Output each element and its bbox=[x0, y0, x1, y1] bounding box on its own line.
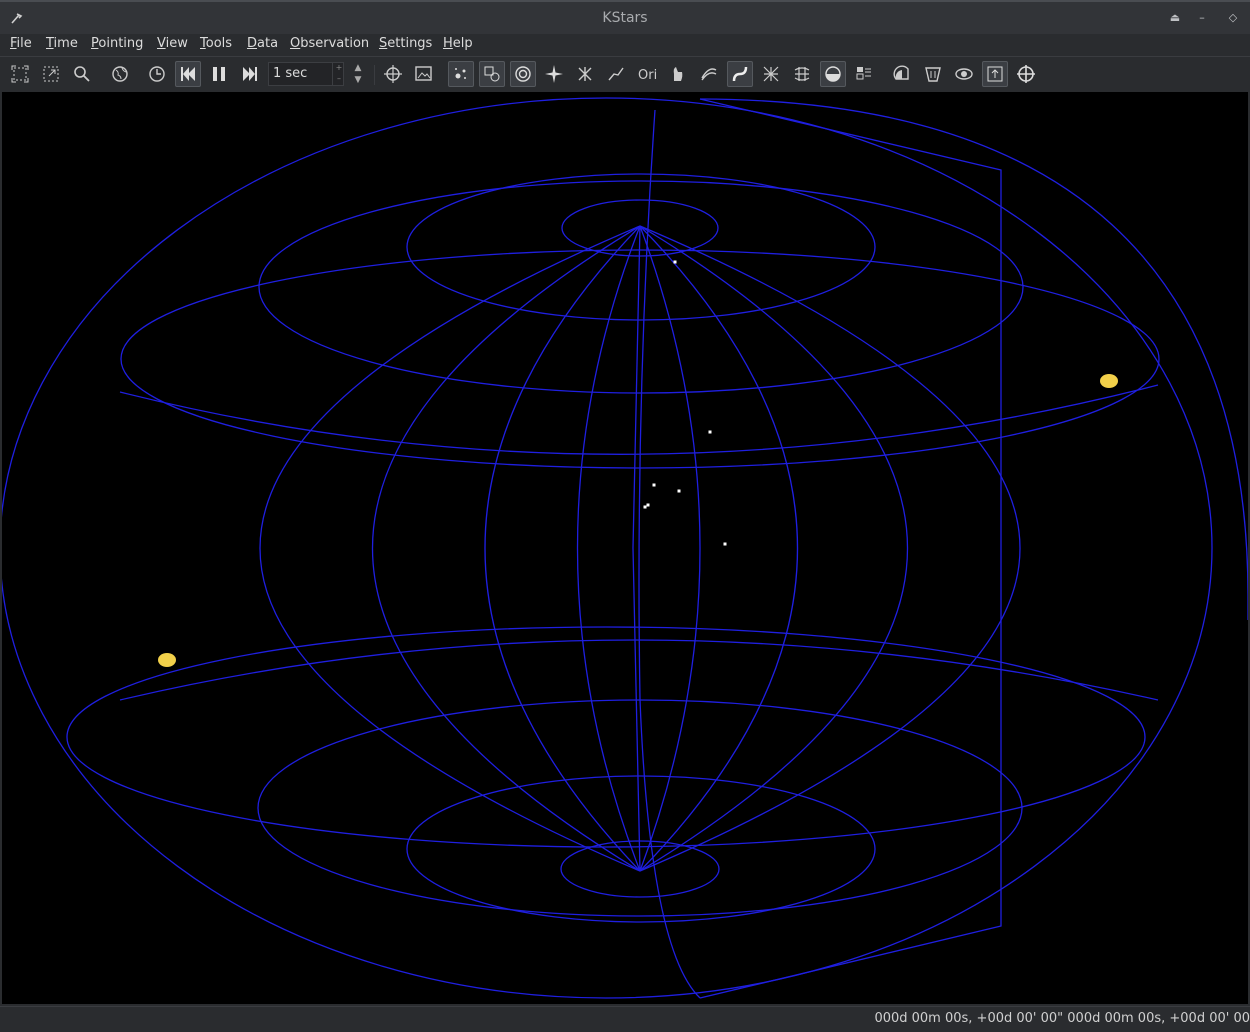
menu-pointing[interactable]: Pointing bbox=[91, 36, 143, 51]
ecliptic-icon[interactable] bbox=[727, 61, 753, 87]
menu-file[interactable]: File bbox=[10, 36, 32, 51]
hips-icon[interactable] bbox=[851, 61, 877, 87]
equatorial-grid-icon[interactable] bbox=[758, 61, 784, 87]
crosshair-target-icon[interactable] bbox=[380, 61, 406, 87]
grid-latitude-line bbox=[406, 173, 876, 321]
star-marker bbox=[723, 542, 727, 546]
grid-meridian-line bbox=[484, 225, 641, 872]
grid-meridian-line bbox=[639, 225, 908, 872]
star-marker bbox=[708, 430, 712, 434]
find-object-icon[interactable] bbox=[69, 61, 95, 87]
step-backward-icon[interactable] bbox=[175, 61, 201, 87]
menu-view[interactable]: View bbox=[157, 36, 188, 51]
menu-data[interactable]: Data bbox=[247, 36, 278, 51]
constellation-lines-icon[interactable] bbox=[603, 61, 629, 87]
keep-above-icon[interactable]: ⏏ bbox=[1168, 11, 1182, 25]
time-unit-spinner[interactable]: ▲ ▼ bbox=[348, 62, 368, 86]
menu-observation[interactable]: Observation bbox=[290, 36, 369, 51]
constellation-names-icon[interactable]: Ori bbox=[634, 61, 660, 87]
menu-time[interactable]: Time bbox=[46, 36, 78, 51]
star-marker bbox=[643, 505, 647, 509]
satellites-icon[interactable] bbox=[572, 61, 598, 87]
grid-meridian-line bbox=[639, 225, 1021, 872]
star-marker bbox=[646, 503, 650, 507]
ground-icon[interactable] bbox=[820, 61, 846, 87]
title-bar: KStars ⏏ – ◇ bbox=[0, 0, 1250, 34]
grid-latitude-line bbox=[119, 384, 1159, 455]
stars-toggle-icon[interactable] bbox=[448, 61, 474, 87]
star-marker bbox=[673, 260, 677, 264]
grid-latitude-line bbox=[2, 97, 1213, 999]
image-icon[interactable] bbox=[411, 61, 437, 87]
grid-meridian-line bbox=[372, 225, 641, 872]
horizontal-grid-icon[interactable] bbox=[789, 61, 815, 87]
window-title: KStars bbox=[602, 10, 648, 26]
menu-bar: File Time Pointing View Tools Data Obser… bbox=[0, 34, 1250, 56]
time-step-spinner[interactable]: + – bbox=[332, 62, 345, 86]
deep-sky-toggle-icon[interactable] bbox=[479, 61, 505, 87]
toolbar-separator bbox=[374, 65, 375, 85]
main-toolbar: 1 sec + – ▲ ▼ Ori bbox=[0, 56, 1250, 90]
grid-meridian-line bbox=[639, 225, 701, 872]
star-marker bbox=[677, 489, 681, 493]
grid-meridian-line bbox=[639, 225, 798, 872]
center-crosshair-icon[interactable] bbox=[1013, 61, 1039, 87]
milky-way-icon[interactable] bbox=[696, 61, 722, 87]
status-bar: 000d 00m 00s, +00d 00' 00" 000d 00m 00s,… bbox=[0, 1006, 1250, 1032]
coordinates-readout: 000d 00m 00s, +00d 00' 00" 000d 00m 00s,… bbox=[874, 1011, 1250, 1026]
zoom-default-icon[interactable] bbox=[38, 61, 64, 87]
supernova-icon[interactable] bbox=[541, 61, 567, 87]
grid-latitude-line bbox=[257, 699, 1023, 917]
star-marker bbox=[652, 483, 656, 487]
fov-symbol-icon[interactable] bbox=[889, 61, 915, 87]
zoom-select-icon[interactable] bbox=[7, 61, 33, 87]
grid-boundary-line bbox=[699, 98, 1248, 620]
constellation-art-icon[interactable] bbox=[665, 61, 691, 87]
clock-icon[interactable] bbox=[144, 61, 170, 87]
svg-text:Ori: Ori bbox=[638, 68, 657, 83]
pause-icon[interactable] bbox=[206, 61, 232, 87]
eyepiece-icon[interactable] bbox=[951, 61, 977, 87]
globe-icon[interactable] bbox=[107, 61, 133, 87]
export-image-icon[interactable] bbox=[982, 61, 1008, 87]
planet-marker bbox=[158, 653, 176, 667]
sky-map-canvas[interactable] bbox=[2, 92, 1248, 1004]
grid-meridian-line bbox=[576, 225, 641, 872]
grid-latitude-line bbox=[406, 775, 876, 923]
grid-meridian-line bbox=[638, 109, 701, 999]
menu-settings[interactable]: Settings bbox=[379, 36, 432, 51]
menu-tools[interactable]: Tools bbox=[200, 36, 232, 51]
minimize-icon[interactable]: – bbox=[1195, 11, 1209, 25]
telescope-fov-icon[interactable] bbox=[920, 61, 946, 87]
planet-marker bbox=[1100, 374, 1118, 388]
solar-system-toggle-icon[interactable] bbox=[510, 61, 536, 87]
maximize-icon[interactable]: ◇ bbox=[1226, 11, 1240, 25]
grid-latitude-line bbox=[66, 626, 1146, 848]
step-forward-icon[interactable] bbox=[237, 61, 263, 87]
grid-meridian-line bbox=[259, 225, 641, 872]
grid-latitude-line bbox=[258, 180, 1024, 394]
sky-map[interactable] bbox=[2, 92, 1248, 1004]
grid-boundary-line bbox=[699, 98, 1002, 999]
menu-help[interactable]: Help bbox=[443, 36, 473, 51]
